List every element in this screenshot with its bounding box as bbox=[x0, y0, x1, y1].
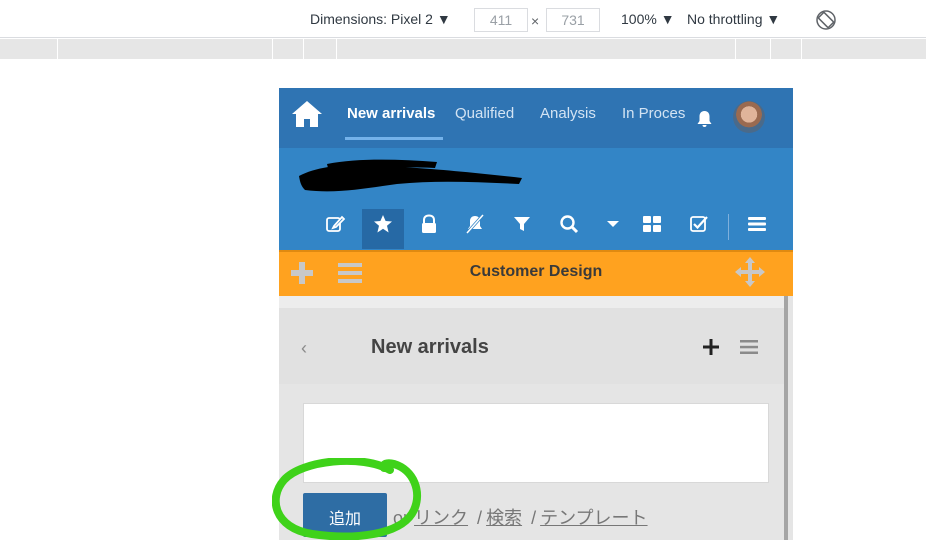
tab-in-process[interactable]: In Proces bbox=[622, 105, 688, 122]
panel-gap bbox=[279, 296, 784, 308]
device-dimensions-select[interactable]: Dimensions: Pixel 2 ▼ bbox=[310, 11, 451, 27]
list-menu-icon[interactable] bbox=[740, 339, 758, 355]
template-link[interactable]: テンプレート bbox=[540, 508, 647, 528]
top-navigation: New arrivals Qualified Analysis In Proce… bbox=[279, 88, 793, 148]
search-icon[interactable] bbox=[559, 214, 579, 234]
edit-icon[interactable] bbox=[325, 214, 345, 234]
user-avatar[interactable] bbox=[733, 101, 765, 133]
caret-down-icon[interactable] bbox=[603, 214, 623, 234]
bell-icon[interactable] bbox=[696, 110, 713, 128]
search-link[interactable]: 検索 bbox=[486, 508, 522, 528]
device-width-input[interactable]: 411 bbox=[474, 8, 528, 32]
tab-analysis[interactable]: Analysis bbox=[540, 105, 596, 122]
toolbar-separator bbox=[728, 214, 729, 240]
menu-icon[interactable] bbox=[747, 214, 767, 234]
redacted-title bbox=[299, 159, 522, 192]
star-icon[interactable] bbox=[373, 214, 393, 234]
list-header: ‹ New arrivals bbox=[279, 308, 784, 384]
times-sign: × bbox=[531, 13, 540, 29]
record-title-bar bbox=[279, 148, 793, 250]
devtools-toolbar: Dimensions: Pixel 2 ▼ 411 × 731 100% ▼ N… bbox=[0, 0, 926, 38]
tab-qualified[interactable]: Qualified bbox=[455, 105, 514, 122]
zoom-select[interactable]: 100% ▼ bbox=[621, 11, 675, 27]
separator: / bbox=[477, 508, 483, 528]
move-icon[interactable] bbox=[735, 257, 765, 287]
panel-title: Customer Design bbox=[469, 263, 603, 280]
list-title: New arrivals bbox=[371, 336, 489, 358]
tab-new-arrivals[interactable]: New arrivals bbox=[347, 105, 435, 122]
scrollbar[interactable] bbox=[784, 296, 788, 540]
home-icon[interactable] bbox=[291, 100, 323, 128]
attachment-links: or リンク / 検索 / テンプレート bbox=[393, 504, 648, 530]
grid-icon[interactable] bbox=[642, 214, 662, 234]
rotate-icon[interactable] bbox=[816, 10, 836, 30]
media-query-ruler bbox=[0, 39, 926, 59]
annotation-circle bbox=[272, 458, 422, 540]
notification-off-icon[interactable] bbox=[465, 214, 485, 234]
checkbox-icon[interactable] bbox=[689, 214, 709, 234]
add-icon[interactable] bbox=[702, 338, 720, 356]
separator: / bbox=[531, 508, 537, 528]
lock-icon[interactable] bbox=[419, 214, 439, 234]
link-link[interactable]: リンク bbox=[414, 508, 468, 528]
device-height-input[interactable]: 731 bbox=[546, 8, 600, 32]
filter-icon[interactable] bbox=[512, 214, 532, 234]
back-button[interactable]: ‹ bbox=[301, 338, 307, 359]
panel-header: Customer Design bbox=[279, 250, 793, 296]
throttling-select[interactable]: No throttling ▼ bbox=[687, 11, 780, 27]
active-tab-indicator bbox=[345, 137, 443, 140]
